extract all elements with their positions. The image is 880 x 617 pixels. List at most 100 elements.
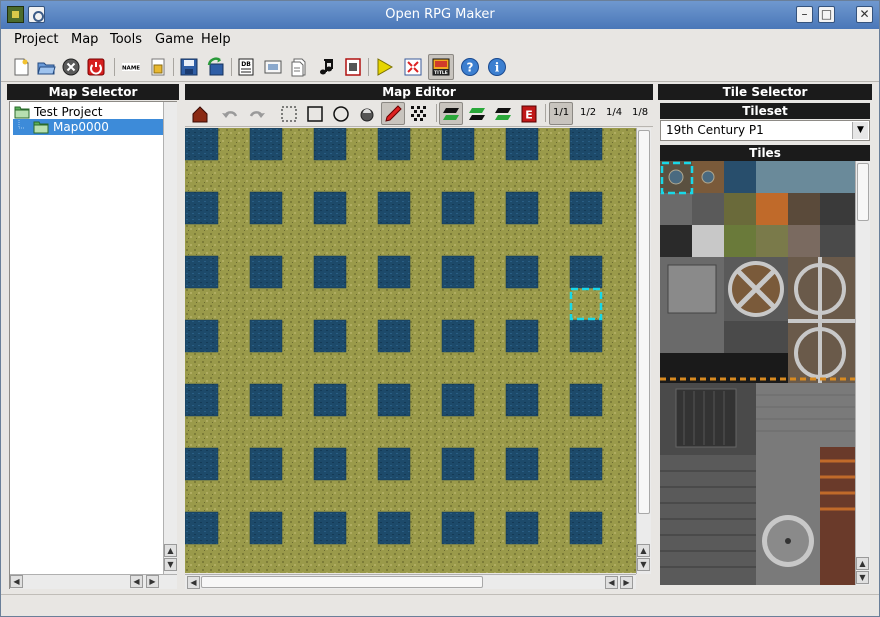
event-icon[interactable]: E [519,104,539,124]
scroll-left-button[interactable]: ◀ [130,575,143,588]
main-toolbar: NAME DB TITLE ? i [1,52,879,82]
toolbar-separator [545,104,546,122]
menu-tools[interactable]: Tools [110,32,142,47]
maximize-button[interactable]: □ [818,6,835,23]
tile-selector-title: Tile Selector [658,84,872,100]
scroll-thumb[interactable] [857,163,869,221]
tileset-select[interactable]: 19th Century P1 ▼ [660,120,870,141]
map-tree-vertical-scrollbar[interactable]: ▲ ▼ [163,102,177,574]
tile-palette[interactable] [660,161,855,585]
tiles-label: Tiles [660,145,870,161]
map-tree-horizontal-scrollbar[interactable]: ◀ ◀ ▶ [10,574,177,589]
map-selector-title: Map Selector [7,84,179,100]
zoom-1-2[interactable]: 1/2 [580,107,596,118]
map-horizontal-scrollbar[interactable]: ◀ ◀ ▶ [185,574,636,589]
map-selector-panel: Map Selector Test Project Map0000 ▲ ▼ ◀ … [7,84,179,591]
scroll-right-button[interactable]: ▶ [146,575,159,588]
svg-text:i: i [495,61,500,75]
scroll-up-button[interactable]: ▲ [637,544,650,557]
window-title: Open RPG Maker [385,7,495,22]
tree-item-label: Test Project [34,105,103,119]
title-label: TITLE [434,70,448,76]
toolbar-separator [173,58,174,76]
zoom-1-4[interactable]: 1/4 [606,107,622,118]
lower-layer-icon[interactable] [441,104,461,124]
scroll-up-button[interactable]: ▲ [164,544,177,557]
name-icon[interactable]: NAME [121,57,141,77]
name-label: NAME [122,66,140,72]
script-icon[interactable] [148,57,168,77]
save-icon[interactable] [179,57,199,77]
tree-item-label: Map0000 [53,120,109,134]
scroll-right-button[interactable]: ▶ [620,576,633,589]
scroll-up-button[interactable]: ▲ [856,557,869,570]
toolbar-separator [368,58,369,76]
scroll-thumb[interactable] [201,576,483,588]
open-project-icon[interactable] [36,57,56,77]
svg-text:E: E [525,109,533,122]
scroll-left-button[interactable]: ◀ [605,576,618,589]
about-icon[interactable]: i [487,57,507,77]
toolbar-separator [114,58,115,76]
menu-help[interactable]: Help [201,32,231,47]
menu-bar: Project Map Tools Game Help [1,29,879,50]
fullscreen-icon[interactable] [403,57,423,77]
toolbar-separator [436,104,437,122]
database-icon[interactable]: DB [236,57,256,77]
new-project-icon[interactable] [11,57,31,77]
event-layer-icon[interactable] [493,104,513,124]
chevron-down-icon[interactable]: ▼ [852,122,868,139]
tileset-select-value: 19th Century P1 [666,123,764,137]
tree-item-test-project[interactable]: Test Project [12,104,162,120]
map-editor-panel: Map Editor E 1/1 1/2 1/4 1/8 ▲ ▼ ◀ ◀ ▶ [185,84,653,591]
play-test-icon[interactable] [374,57,394,77]
layer-icon[interactable] [190,104,210,124]
pencil-icon[interactable] [383,104,403,124]
tree-item-map0000[interactable]: Map0000 [13,119,163,135]
zoom-1-1[interactable]: 1/1 [553,107,569,118]
select-icon[interactable] [279,104,299,124]
scroll-thumb[interactable] [638,130,650,514]
fill-icon[interactable] [357,104,377,124]
title-icon[interactable]: TITLE [431,57,451,77]
folder-icon [14,106,30,119]
tree-connector [18,120,25,129]
zoom-1-8[interactable]: 1/8 [632,107,648,118]
scripts-editor-icon[interactable] [289,57,309,77]
upper-layer-icon[interactable] [467,104,487,124]
scroll-down-button[interactable]: ▼ [637,558,650,571]
scroll-down-button[interactable]: ▼ [856,571,869,584]
close-project-icon[interactable] [61,57,81,77]
circle-icon[interactable] [331,104,351,124]
map-canvas[interactable] [185,128,636,573]
menu-game[interactable]: Game [155,32,194,47]
main-window: Open RPG Maker – □ ✕ Project Map Tools G… [0,0,880,617]
help-icon[interactable]: ? [460,57,480,77]
quit-icon[interactable] [86,57,106,77]
close-button[interactable]: ✕ [856,6,873,23]
undo-icon[interactable] [220,104,240,124]
scroll-left-button[interactable]: ◀ [187,576,200,589]
toolbar-separator [231,58,232,76]
title-bar: Open RPG Maker – □ ✕ [1,1,879,29]
menu-project[interactable]: Project [14,32,58,47]
redo-icon[interactable] [247,104,267,124]
minimize-button[interactable]: – [796,6,813,23]
scroll-left-button[interactable]: ◀ [10,575,23,588]
tiles-vertical-scrollbar[interactable]: ▲ ▼ [855,161,870,585]
material-icon[interactable] [263,57,283,77]
random-icon[interactable] [409,104,429,124]
scroll-down-button[interactable]: ▼ [164,558,177,571]
tileset-label: Tileset [660,103,870,119]
revert-icon[interactable] [206,57,226,77]
status-bar [1,594,879,616]
rectangle-icon[interactable] [305,104,325,124]
map-vertical-scrollbar[interactable]: ▲ ▼ [636,128,651,574]
map-tree[interactable]: Test Project Map0000 ▲ ▼ ◀ ◀ ▶ [9,101,177,589]
map-editor-toolbar: E 1/1 1/2 1/4 1/8 [185,101,653,127]
menu-map[interactable]: Map [71,32,98,47]
import-icon[interactable] [343,57,363,77]
music-icon[interactable] [316,57,336,77]
svg-text:?: ? [467,61,474,75]
tile-selector-panel: Tile Selector Tileset 19th Century P1 ▼ … [658,84,872,591]
